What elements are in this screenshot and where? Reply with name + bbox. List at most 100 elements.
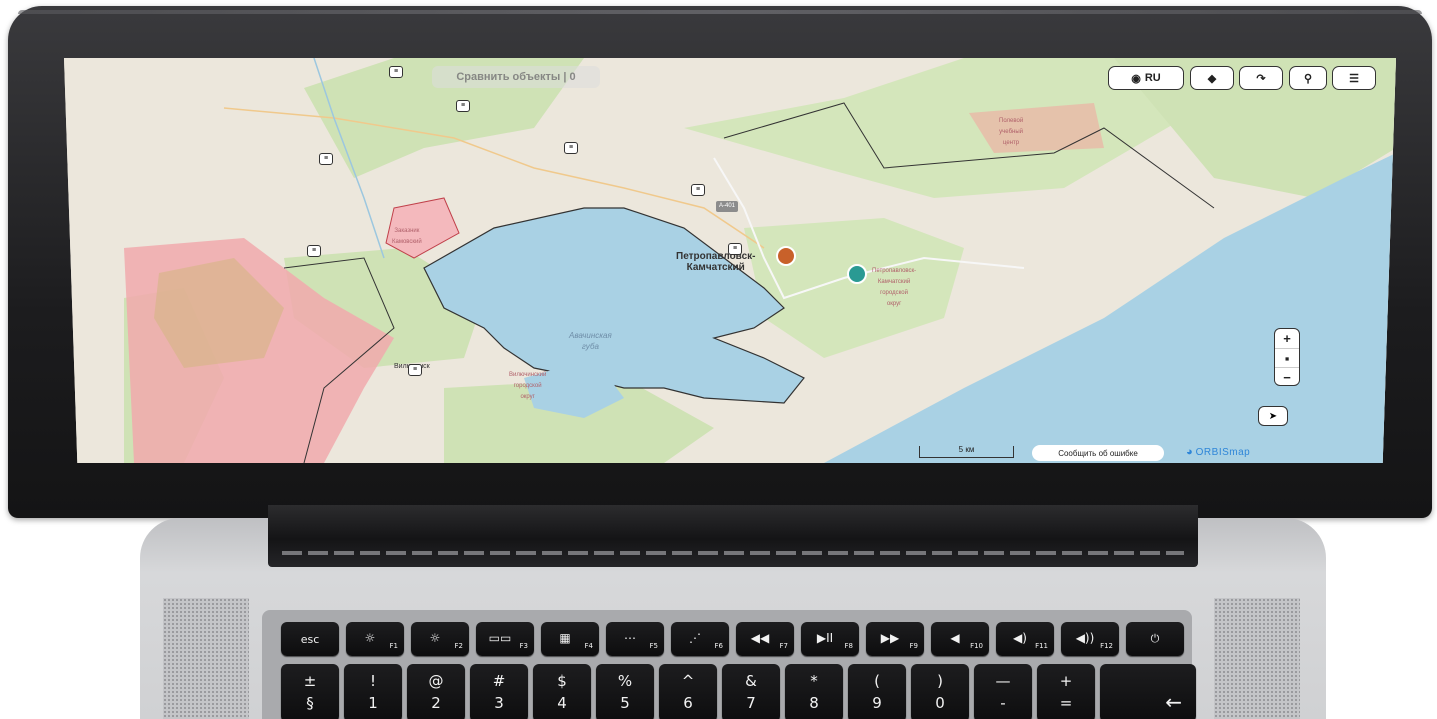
language-label: RU xyxy=(1144,72,1161,84)
layers-button[interactable]: ◆ xyxy=(1190,66,1234,90)
key-4[interactable]: $4 xyxy=(533,664,591,719)
building-icon[interactable]: ≡ xyxy=(307,245,321,257)
report-error-button[interactable]: Сообщить об ошибке xyxy=(1032,445,1164,461)
key-bottom-label: § xyxy=(306,694,314,712)
zoom-control: + ▪ − xyxy=(1274,328,1300,386)
kbd-light-down-icon: ⋯ xyxy=(624,631,636,645)
backspace-key[interactable]: ← xyxy=(1100,664,1196,719)
route-icon: ↷ xyxy=(1256,72,1266,85)
backspace-arrow-icon: ← xyxy=(1165,690,1182,714)
key-top-label: ) xyxy=(937,672,943,690)
f7-key[interactable]: ◀◀ F7 xyxy=(736,622,794,656)
logo-text: ORBISmap xyxy=(1195,446,1251,458)
fast-forward-icon: ▶▶ xyxy=(880,631,900,645)
key-bottom-label: 6 xyxy=(683,694,693,712)
key-7[interactable]: & 7 xyxy=(722,664,780,719)
bay-label: Авачинская губa xyxy=(569,331,612,351)
map-screen[interactable]: Петропавловск- Камчатский Авачинская губa … xyxy=(64,58,1396,463)
object-marker-teal[interactable] xyxy=(847,264,867,284)
key-top-label: ( xyxy=(874,672,880,690)
lid-rim xyxy=(18,10,1422,14)
object-marker-orange[interactable] xyxy=(776,246,796,266)
key-top-label: — xyxy=(995,672,1011,690)
key-6[interactable]: ^ 6 xyxy=(659,664,717,719)
locate-button[interactable]: ➤ xyxy=(1258,406,1288,426)
key-label: esc xyxy=(300,632,320,646)
f9-key[interactable]: ▶▶ F9 xyxy=(866,622,924,656)
key-top-label: $ xyxy=(557,672,567,690)
f6-key[interactable]: ⋰ F6 xyxy=(671,622,729,656)
rewind-icon: ◀◀ xyxy=(750,631,770,645)
key-8[interactable]: * 8 xyxy=(785,664,843,719)
building-icon[interactable]: ≡ xyxy=(319,153,333,165)
f11-key[interactable]: ◀) F11 xyxy=(996,622,1054,656)
f3-key[interactable]: ▭▭ F3 xyxy=(476,622,534,656)
key-top-label: * xyxy=(810,672,818,690)
f10-key[interactable]: ◀ F10 xyxy=(931,622,989,656)
route-button[interactable]: ↷ xyxy=(1239,66,1283,90)
fn-label: F9 xyxy=(909,642,918,650)
orbismap-logo[interactable]: ◕ ORBISmap xyxy=(1186,444,1250,460)
key-top-label: ^ xyxy=(681,672,695,690)
compare-objects-button[interactable]: Сравнить объекты | 0 xyxy=(432,66,600,88)
building-icon[interactable]: ≡ xyxy=(564,142,578,154)
zoom-out-button[interactable]: − xyxy=(1275,367,1299,386)
search-button[interactable]: ⚲ xyxy=(1289,66,1327,90)
kbd-light-up-icon: ⋰ xyxy=(689,631,701,645)
fn-label: F12 xyxy=(1100,642,1113,650)
building-icon[interactable]: ≡ xyxy=(389,66,403,78)
f8-key[interactable]: ▶II F8 xyxy=(801,622,859,656)
fn-label: F5 xyxy=(649,642,658,650)
power-icon: ⏻ xyxy=(1150,632,1160,645)
speaker-grille-left xyxy=(163,598,249,719)
building-icon[interactable]: ≡ xyxy=(728,243,742,255)
section-key[interactable]: ± § xyxy=(281,664,339,719)
key-5[interactable]: % 5 xyxy=(596,664,654,719)
launchpad-icon: ▦ xyxy=(559,631,571,645)
language-button[interactable]: ◉ RU xyxy=(1108,66,1184,90)
fn-label: F7 xyxy=(779,642,788,650)
brightness-up-icon: ☼ xyxy=(429,631,441,645)
f12-key[interactable]: ◀)) F12 xyxy=(1061,622,1119,656)
menu-button[interactable]: ☰ xyxy=(1332,66,1376,90)
minus-key[interactable]: — - xyxy=(974,664,1032,719)
key-top-label: ± xyxy=(303,672,317,690)
building-icon[interactable]: ≡ xyxy=(456,100,470,112)
esc-key[interactable]: esc xyxy=(281,622,339,656)
road-label: A-401 xyxy=(716,201,739,212)
building-icon[interactable]: ≡ xyxy=(691,184,705,196)
key-bottom-label: 8 xyxy=(809,694,819,712)
key-top-label: @ xyxy=(428,672,444,690)
building-icon[interactable]: ≡ xyxy=(408,364,422,376)
key-bottom-label: - xyxy=(1000,694,1006,712)
fn-label: F8 xyxy=(844,642,853,650)
key-0[interactable]: ) 0 xyxy=(911,664,969,719)
hinge-vent xyxy=(282,551,1184,555)
f1-key[interactable]: ☼ F1 xyxy=(346,622,404,656)
scale-bar: 5 км xyxy=(919,446,1014,458)
play-pause-icon: ▶II xyxy=(816,631,834,645)
fn-label: F10 xyxy=(970,642,983,650)
f2-key[interactable]: ☼ F2 xyxy=(411,622,469,656)
laptop-hinge xyxy=(268,505,1198,567)
speaker-grille-right xyxy=(1214,598,1300,719)
city-label: Петропавловск- Камчатский xyxy=(676,251,756,273)
fullscreen-button[interactable]: ▪ xyxy=(1275,348,1299,367)
logo-icon: ◕ xyxy=(1186,446,1193,458)
key-1[interactable]: ! 1 xyxy=(344,664,402,719)
locate-arrow-icon: ➤ xyxy=(1268,410,1278,422)
key-bottom-label: 4 xyxy=(557,694,567,712)
f5-key[interactable]: ⋯ F5 xyxy=(606,622,664,656)
layers-icon: ◆ xyxy=(1207,72,1217,85)
key-2[interactable]: @2 xyxy=(407,664,465,719)
mission-control-icon: ▭▭ xyxy=(488,631,512,645)
key-bottom-label: = xyxy=(1059,694,1073,712)
f4-key[interactable]: ▦ F4 xyxy=(541,622,599,656)
zoom-in-button[interactable]: + xyxy=(1275,329,1299,348)
key-9[interactable]: (9 xyxy=(848,664,906,719)
equals-key[interactable]: + = xyxy=(1037,664,1095,719)
key-3[interactable]: #3 xyxy=(470,664,528,719)
power-key[interactable]: ⏻ xyxy=(1126,622,1184,656)
key-bottom-label: 9 xyxy=(872,694,882,712)
key-bottom-label: 5 xyxy=(620,694,630,712)
